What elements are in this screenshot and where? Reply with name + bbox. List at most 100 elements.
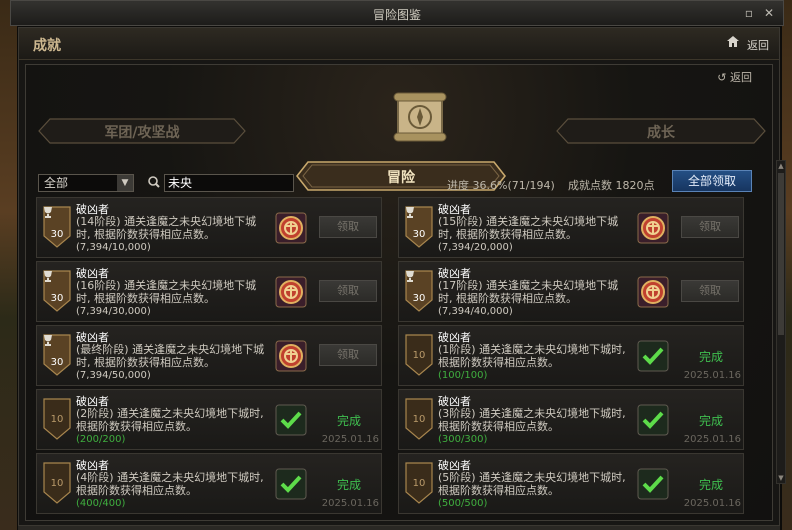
complete-status: 完成 <box>698 478 723 492</box>
trophy-icon <box>44 335 52 346</box>
close-icon[interactable]: ✕ <box>761 5 777 21</box>
claim-all-button[interactable]: 全部领取 <box>672 170 752 192</box>
scroll-down-icon[interactable]: ▼ <box>777 473 785 483</box>
progress-label: 进度 <box>447 179 469 192</box>
points-badge: 30 <box>42 270 72 312</box>
points-badge: 10 <box>404 334 434 376</box>
section-header: 成就 返回 <box>19 28 779 60</box>
checkmark-icon <box>275 468 307 500</box>
achievement-description: (4阶段) 通关逢魔之未央幻境地下城时, 根据阶数获得相应点数。 <box>76 471 264 497</box>
panel-back-button[interactable]: ↺ 返回 <box>717 69 752 85</box>
achievement-description: (16阶段) 通关逢魔之未央幻境地下城时, 根据阶数获得相应点数。 <box>76 279 257 305</box>
points-value: 30 <box>412 293 426 304</box>
points-badge: 10 <box>42 462 72 504</box>
achievement-card: 10 破凶者 (4阶段) 通关逢魔之未央幻境地下城时, 根据阶数获得相应点数。 (40… <box>36 453 382 514</box>
reward-emblem-icon[interactable] <box>275 276 307 308</box>
points-badge: 10 <box>404 462 434 504</box>
achievement-description: (15阶段) 通关逢魔之未央幻境地下城时, 根据阶数获得相应点数。 <box>438 215 619 241</box>
complete-date: 2025.01.16 <box>321 434 379 445</box>
reward-emblem-icon[interactable] <box>275 212 307 244</box>
points-value: 10 <box>50 478 64 489</box>
claim-button[interactable]: 领取 <box>681 216 739 238</box>
search-icon <box>146 173 162 191</box>
complete-date: 2025.01.16 <box>321 498 379 509</box>
achievement-description: (1阶段) 通关逢魔之未央幻境地下城时, 根据阶数获得相应点数。 <box>438 343 626 369</box>
progress-percent: 36.6% <box>472 179 508 192</box>
points-badge: 10 <box>42 398 72 440</box>
tab-legion-raid-label: 军团/攻坚战 <box>104 125 180 141</box>
header-back-button[interactable]: 返回 <box>747 37 769 53</box>
adventure-scroll-emblem <box>390 91 450 146</box>
reward-emblem-icon[interactable] <box>637 212 669 244</box>
points-value: 10 <box>50 414 64 425</box>
achievement-card: 30 破凶者 (17阶段) 通关逢魔之未央幻境地下城时, 根据阶数获得相应点数。 (7… <box>398 261 744 322</box>
points-value: 10 <box>412 414 426 425</box>
window-title: 冒险图鉴 <box>372 8 421 22</box>
achievement-progress: (7,394/50,000) <box>76 370 151 381</box>
points-badge: 30 <box>42 206 72 248</box>
achievement-points: 成就点数 1820点 <box>568 177 655 193</box>
achievement-progress: (300/300) <box>438 434 488 445</box>
reward-emblem-icon[interactable] <box>637 276 669 308</box>
complete-status: 完成 <box>336 414 361 428</box>
points-label: 成就点数 <box>568 179 612 192</box>
complete-status: 完成 <box>698 350 723 364</box>
achievement-description: (5阶段) 通关逢魔之未央幻境地下城时, 根据阶数获得相应点数。 <box>438 471 626 497</box>
claim-button[interactable]: 领取 <box>319 216 377 238</box>
points-value: 30 <box>412 229 426 240</box>
achievement-description: (14阶段) 通关逢魔之未央幻境地下城时, 根据阶数获得相应点数。 <box>76 215 257 241</box>
tab-growth[interactable]: 成长 <box>556 118 766 144</box>
content-panel: ↺ 返回 军团/攻坚战 冒险 成长 全部 ▼ 未央 进度 36.6%(71/19… <box>25 64 773 521</box>
title-bar[interactable]: 冒险图鉴 ▫ ✕ <box>10 0 784 26</box>
scrollbar[interactable]: ▲ ▼ <box>776 160 786 484</box>
complete-status: 完成 <box>336 478 361 492</box>
category-dropdown[interactable]: 全部 ▼ <box>38 174 134 192</box>
achievement-progress: (500/500) <box>438 498 488 509</box>
progress-count: (71/194) <box>507 179 555 192</box>
achievement-progress: (7,394/10,000) <box>76 242 151 253</box>
claim-button[interactable]: 领取 <box>319 344 377 366</box>
points-value: 30 <box>50 357 64 368</box>
achievement-progress: (100/100) <box>438 370 488 381</box>
achievement-progress: (400/400) <box>76 498 126 509</box>
points-value: 1820点 <box>615 179 655 192</box>
points-value: 10 <box>412 478 426 489</box>
points-badge: 30 <box>42 334 72 376</box>
points-value: 30 <box>50 293 64 304</box>
achievement-card: 10 破凶者 (5阶段) 通关逢魔之未央幻境地下城时, 根据阶数获得相应点数。 (50… <box>398 453 744 514</box>
minimize-icon[interactable]: ▫ <box>741 5 757 21</box>
points-value: 10 <box>412 350 426 361</box>
achievement-progress: (7,394/30,000) <box>76 306 151 317</box>
panel-back-label: 返回 <box>730 71 752 84</box>
trophy-icon <box>44 271 52 282</box>
scrollbar-thumb[interactable] <box>778 173 784 335</box>
points-value: 30 <box>50 229 64 240</box>
achievement-description: (最终阶段) 通关逢魔之未央幻境地下城时, 根据阶数获得相应点数。 <box>76 343 265 369</box>
claim-button[interactable]: 领取 <box>319 280 377 302</box>
scroll-up-icon[interactable]: ▲ <box>777 161 785 171</box>
checkmark-icon <box>637 468 669 500</box>
return-arrow-icon: ↺ <box>717 71 727 84</box>
points-badge: 30 <box>404 206 434 248</box>
tab-legion-raid[interactable]: 军团/攻坚战 <box>38 118 246 144</box>
achievement-card: 10 破凶者 (3阶段) 通关逢魔之未央幻境地下城时, 根据阶数获得相应点数。 (30… <box>398 389 744 450</box>
reward-emblem-icon[interactable] <box>275 340 307 372</box>
checkmark-icon <box>275 404 307 436</box>
search-input[interactable]: 未央 <box>164 174 294 192</box>
achievement-description: (2阶段) 通关逢魔之未央幻境地下城时, 根据阶数获得相应点数。 <box>76 407 264 433</box>
achievement-card: 30 破凶者 (最终阶段) 通关逢魔之未央幻境地下城时, 根据阶数获得相应点数。 (7… <box>36 325 382 386</box>
points-badge: 10 <box>404 398 434 440</box>
home-icon[interactable] <box>727 36 739 50</box>
category-dropdown-value: 全部 <box>44 176 69 190</box>
achievement-progress: (7,394/40,000) <box>438 306 513 317</box>
achievement-window: 成就 返回 ↺ 返回 军团/攻坚战 冒险 成长 全部 ▼ 未央 进度 36.6%… <box>18 27 780 526</box>
achievement-card: 30 破凶者 (14阶段) 通关逢魔之未央幻境地下城时, 根据阶数获得相应点数。 (7… <box>36 197 382 258</box>
bottom-bar <box>18 526 780 530</box>
achievement-card: 30 破凶者 (16阶段) 通关逢魔之未央幻境地下城时, 根据阶数获得相应点数。 (7… <box>36 261 382 322</box>
claim-button[interactable]: 领取 <box>681 280 739 302</box>
filter-toolbar: 全部 ▼ 未央 进度 36.6%(71/194) 成就点数 1820点 全部领取 <box>26 170 772 195</box>
achievement-grid: 30 破凶者 (14阶段) 通关逢魔之未央幻境地下城时, 根据阶数获得相应点数。 (7… <box>36 197 764 530</box>
chevron-down-icon[interactable]: ▼ <box>117 175 133 191</box>
trophy-icon <box>44 207 52 218</box>
checkmark-icon <box>637 340 669 372</box>
